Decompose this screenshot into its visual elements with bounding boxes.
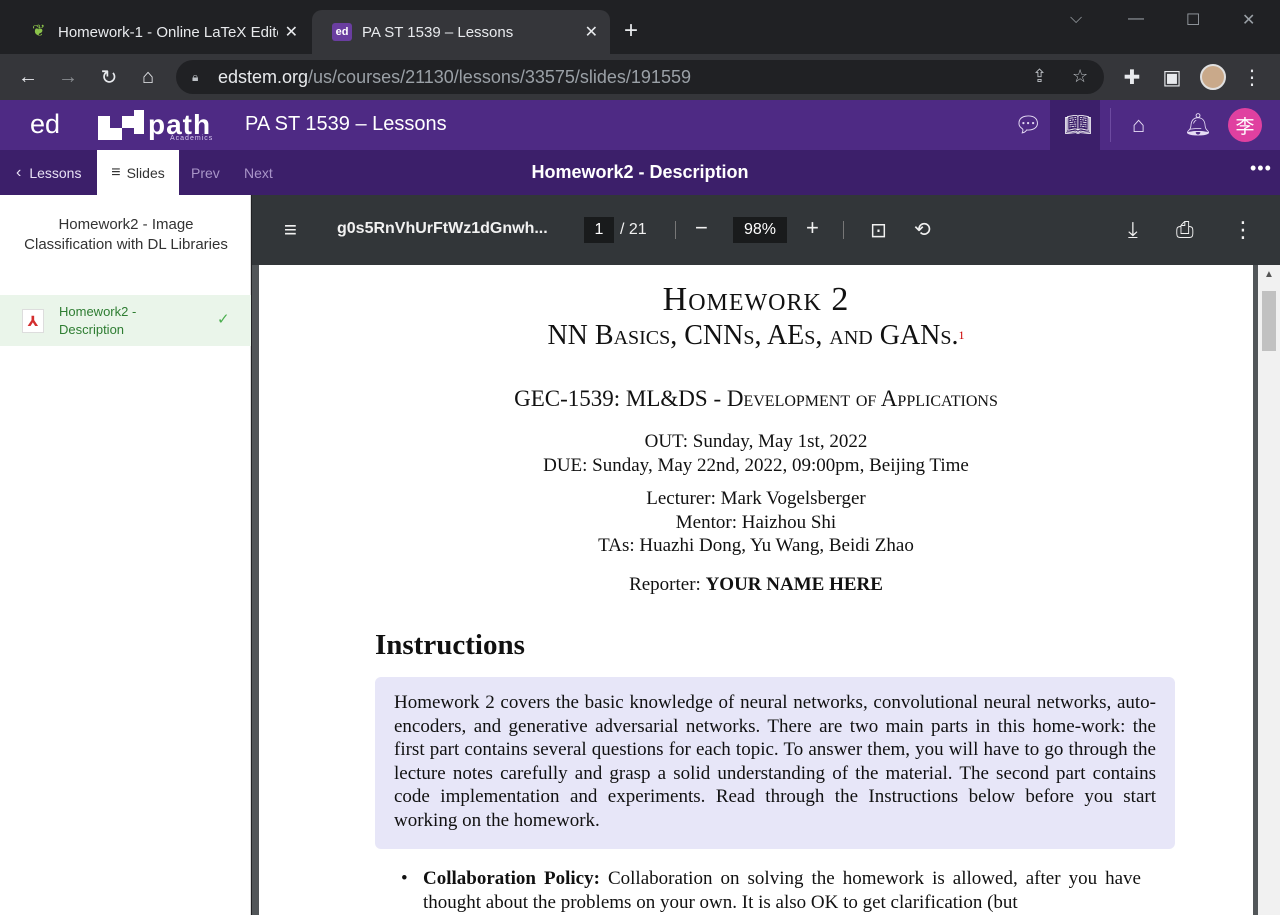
check-icon: ✓ [217,311,230,328]
pdf-toolbar: ≡ g0s5RnVhUrFtWz1dGnwh... 1 / 21 − 98% +… [252,195,1280,265]
menu-icon: ≡ [111,163,121,181]
browser-toolbar: ← → ↻ ⌂ 🔒︎ edstem.org/us/courses/21130/l… [0,54,1280,100]
pdf-page: Homework 2 NN Basics, CNNs, AEs, and GAN… [259,265,1253,915]
slides-tab-label: Slides [126,164,165,181]
close-tab-icon[interactable]: ✕ [585,22,598,42]
due-date: DUE: Sunday, May 22nd, 2022, 09:00pm, Be… [543,455,969,476]
lessons-book-icon: 📖︎ [1064,112,1092,137]
lessons-nav-button[interactable]: 📖︎ [1050,100,1100,150]
course-name: GEC-1539: ML&DS - Development of Applica… [514,386,998,411]
course-title: PA ST 1539 – Lessons [245,113,447,135]
lessons-link-label: Lessons [29,164,82,181]
prev-button[interactable]: Prev [191,150,220,195]
ed-icon: ed [332,23,352,41]
rotate-icon[interactable]: ⟲ [914,217,931,242]
zoom-in-icon[interactable]: + [806,215,819,241]
address-bar[interactable]: 🔒︎ edstem.org/us/courses/21130/lessons/3… [176,60,1104,94]
lecturer: Lecturer: Mark Vogelsberger [646,488,866,509]
tab-overleaf[interactable]: ❦ Homework-1 - Online LaTeX Editor Overl… [12,10,310,54]
document-subtitle: NN Basics, CNNs, AEs, and GANs.1 [547,320,965,351]
out-date: OUT: Sunday, May 1st, 2022 [644,431,868,452]
toolbar-divider [675,221,676,239]
tab-title: Homework-1 - Online LaTeX Editor Overlea… [58,23,278,41]
document-title: Homework 2 [662,281,850,318]
side-panel-icon[interactable]: ▣ [1158,63,1186,91]
instructions-heading: Instructions [375,629,525,661]
new-tab-icon[interactable]: + [624,18,638,44]
share-icon[interactable]: ⇪ [1032,66,1047,87]
pdf-more-icon[interactable]: ⋮ [1232,217,1254,243]
pdf-filename: g0s5RnVhUrFtWz1dGnwh... [337,220,548,237]
mentor: Mentor: Haizhou Shi [675,512,837,533]
next-button[interactable]: Next [244,150,273,195]
browser-menu-icon[interactable]: ⋮ [1238,63,1266,91]
page-number-input[interactable]: 1 [584,217,614,243]
instructions-box: Homework 2 covers the basic knowledge of… [375,677,1175,849]
reporter-line: Reporter: YOUR NAME HERE [629,574,883,595]
footnote-mark[interactable]: 1 [959,328,965,342]
ed-logo[interactable]: ed [30,109,60,140]
path-logo-subtitle: Academics [170,135,214,142]
url-text: edstem.org/us/courses/21130/lessons/3357… [218,66,691,87]
discussion-icon[interactable]: 💬︎ [1014,112,1042,138]
window-close-icon[interactable]: ✕ [1242,10,1255,30]
profile-avatar[interactable] [1200,64,1226,90]
browser-tab-strip: ❦ Homework-1 - Online LaTeX Editor Overl… [0,0,1280,54]
maximize-icon[interactable]: ☐ [1186,10,1200,30]
toolbar-divider [843,221,844,239]
download-icon[interactable]: ⤓ [1128,217,1138,243]
slides-sidebar: Homework2 - Image Classification with DL… [0,195,251,915]
close-tab-icon[interactable]: ✕ [285,22,298,42]
user-avatar[interactable]: 李 [1228,108,1262,142]
tab-search-icon[interactable]: ⌵ [1070,10,1082,28]
minimize-icon[interactable]: — [1128,10,1144,28]
home-icon[interactable]: ⌂ [1132,112,1145,138]
ed-header: ed path Academics PA ST 1539 – Lessons 💬… [0,100,1280,150]
header-divider [1110,108,1111,142]
scroll-thumb[interactable] [1262,291,1276,351]
slide-item-label: Homework2 - Description [59,304,137,337]
teaching-assistants: TAs: Huazhi Dong, Yu Wang, Beidi Zhao [598,535,914,556]
bookmark-star-icon[interactable]: ☆ [1072,66,1088,87]
lesson-title: Homework2 - Image Classification with DL… [24,216,228,253]
print-icon[interactable]: ⎙ [1176,217,1194,243]
fit-page-icon[interactable]: ⊡ [870,218,887,243]
lock-icon: 🔒︎ [192,70,199,84]
pdf-icon: ⅄ [22,309,44,333]
home-icon[interactable]: ⌂ [134,63,162,91]
lesson-subnav: Homework2 - Description ‹ Lessons ≡ Slid… [0,150,1280,195]
bell-icon[interactable]: 🔔︎ [1184,112,1212,138]
scroll-up-icon[interactable]: ▲ [1264,269,1274,280]
forward-icon[interactable]: → [54,63,82,91]
collaboration-policy-item: • Collaboration Policy: Collaboration on… [401,868,1141,913]
pdf-scrollbar[interactable]: ▲ [1258,265,1280,915]
zoom-out-icon[interactable]: − [695,215,708,241]
tab-title: PA ST 1539 – Lessons [362,23,514,41]
back-icon[interactable]: ← [14,63,42,91]
overleaf-leaf-icon: ❦ [32,23,46,40]
lessons-back-link[interactable]: ‹ Lessons [16,150,81,195]
zoom-input[interactable]: 98% [733,217,787,243]
slide-item[interactable]: ⅄ Homework2 - Description ✓ [0,295,251,346]
pdf-menu-icon[interactable]: ≡ [284,217,297,243]
reload-icon[interactable]: ↻ [95,63,123,91]
extensions-icon[interactable]: ✚ [1118,63,1146,91]
tab-ed-lessons[interactable]: ed PA ST 1539 – Lessons ✕ [312,10,610,54]
more-options-icon[interactable]: ••• [1250,158,1272,179]
path-academics-logo: path Academics [98,109,214,142]
page-total: / 21 [620,221,647,238]
bullet-dot: • [401,868,408,889]
slides-tab[interactable]: ≡ Slides [97,150,179,195]
path-logo-mark [98,110,144,140]
chevron-left-icon: ‹ [16,163,22,181]
